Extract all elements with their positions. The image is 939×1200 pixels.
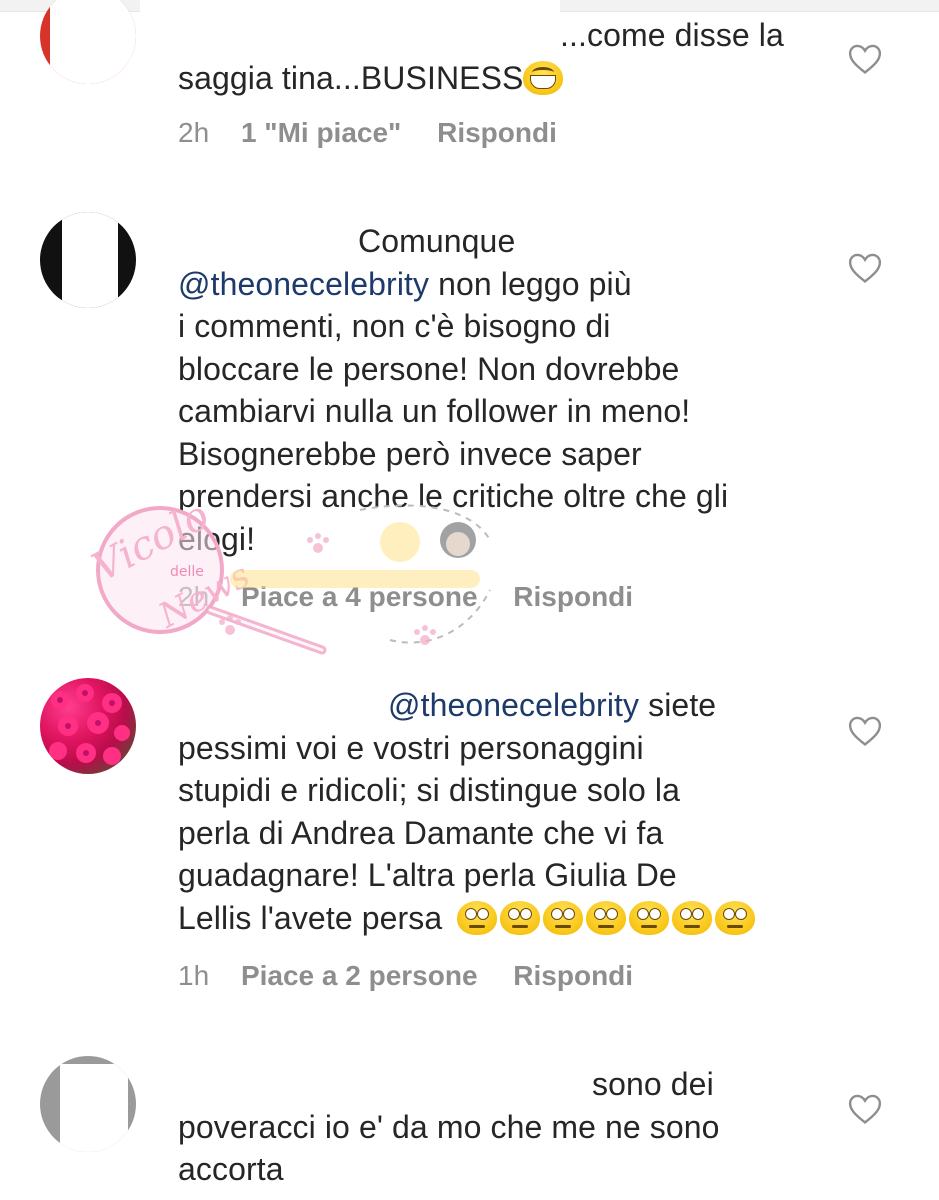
- eye-roll-emoji: [629, 900, 670, 935]
- eye-roll-emoji: [457, 900, 498, 935]
- reply-button[interactable]: Rispondi: [437, 117, 557, 148]
- likes-count-link[interactable]: Piace a 4 persone: [241, 581, 478, 612]
- heart-outline-icon[interactable]: [848, 43, 882, 75]
- avatar[interactable]: [40, 212, 136, 308]
- eye-roll-emoji: [543, 900, 584, 935]
- comment-text: @theonecelebrity siete pessimi voi e vos…: [178, 684, 818, 939]
- grin-emoji: [523, 60, 564, 95]
- svg-text:delle: delle: [170, 564, 204, 580]
- comment-meta: 2h 1 "Mi piace" Rispondi: [178, 117, 557, 149]
- avatar[interactable]: [40, 0, 136, 84]
- heart-outline-icon[interactable]: [848, 252, 882, 284]
- mention-link[interactable]: @theonecelebrity: [178, 266, 429, 302]
- comment-time: 1h: [178, 960, 210, 991]
- eye-roll-emoji: [586, 900, 627, 935]
- comment-meta: 1h Piace a 2 persone Rispondi: [178, 960, 633, 992]
- reply-button[interactable]: Rispondi: [513, 960, 633, 991]
- eye-roll-emoji: [715, 900, 756, 935]
- reply-button[interactable]: Rispondi: [513, 581, 633, 612]
- eye-roll-emoji: [672, 900, 713, 935]
- eye-roll-emoji: [500, 900, 541, 935]
- likes-count-link[interactable]: Piace a 2 persone: [241, 960, 478, 991]
- avatar[interactable]: [40, 1056, 136, 1152]
- comment-text: sono dei poveracci io e' da mo che me ne…: [178, 1066, 720, 1187]
- mention-link[interactable]: @theonecelebrity: [388, 687, 639, 723]
- avatar[interactable]: [40, 678, 136, 774]
- comment-text: Comunque @theonecelebrity non leggo più …: [178, 223, 729, 557]
- comment-text: ...come disse la saggia tina...BUSINESS: [178, 17, 784, 96]
- comment-meta: 2h Piace a 4 persone Rispondi: [178, 581, 633, 613]
- flowers-avatar-image: [49, 684, 130, 765]
- heart-outline-icon[interactable]: [848, 715, 882, 747]
- heart-outline-icon[interactable]: [848, 1093, 882, 1125]
- comment-time: 2h: [178, 581, 210, 612]
- comment-time: 2h: [178, 117, 210, 148]
- likes-count-link[interactable]: 1 "Mi piace": [241, 117, 401, 148]
